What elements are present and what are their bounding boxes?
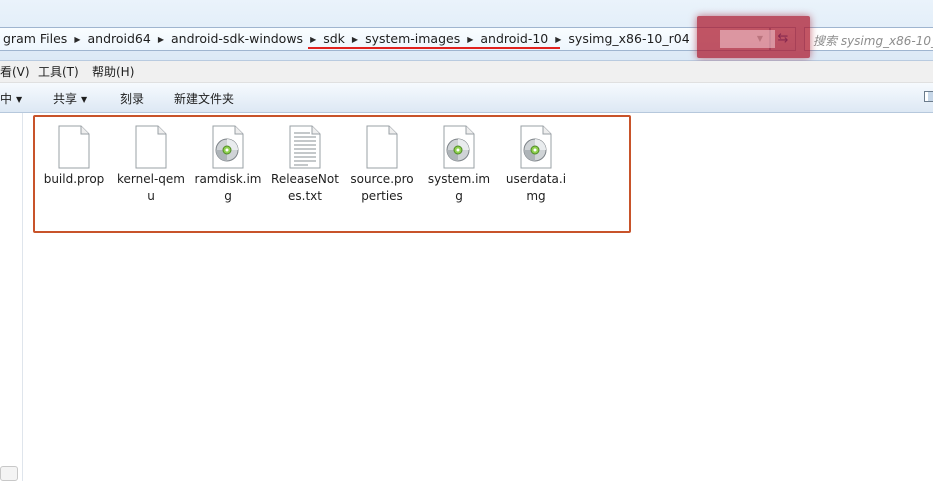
menu-tools[interactable]: 工具(T): [38, 63, 79, 80]
breadcrumb-item-current[interactable]: sysimg_x86-10_r04: [565, 28, 692, 50]
file-item[interactable]: kernel-qemu: [115, 125, 187, 205]
file-name: ReleaseNotes.txt: [271, 172, 339, 203]
share-label: 共享: [53, 92, 78, 106]
file-name: system.img: [427, 172, 491, 203]
document-icon: [57, 125, 91, 169]
breadcrumb-arrow-icon[interactable]: ▶: [348, 35, 362, 44]
file-item[interactable]: source.properties: [346, 125, 418, 205]
file-item[interactable]: ReleaseNotes.txt: [269, 125, 341, 205]
address-bar[interactable]: gram Files ▶ android64 ▶ android-sdk-win…: [0, 27, 770, 51]
breadcrumb-item[interactable]: android64: [84, 28, 153, 50]
breadcrumb-arrow-icon[interactable]: ▶: [70, 35, 84, 44]
file-name: source.properties: [350, 172, 414, 203]
menu-help[interactable]: 帮助(H): [92, 63, 134, 80]
chevron-down-icon: ▼: [81, 95, 88, 104]
burn-button[interactable]: 刻录: [120, 90, 144, 107]
organize-label: 中: [0, 92, 13, 106]
file-name: ramdisk.img: [194, 172, 262, 203]
menu-bar: 看(V) 工具(T) 帮助(H): [0, 61, 933, 83]
breadcrumb-arrow-icon[interactable]: ▶: [463, 35, 477, 44]
disc-image-icon: [442, 125, 476, 169]
file-name: build.prop: [43, 172, 105, 186]
search-input[interactable]: 搜索 sysimg_x86-10_r: [804, 27, 933, 51]
document-icon: [134, 125, 168, 169]
file-item[interactable]: build.prop: [38, 125, 110, 188]
new-folder-button[interactable]: 新建文件夹: [174, 90, 234, 107]
breadcrumb-item[interactable]: gram Files: [0, 28, 70, 50]
breadcrumb-arrow-icon[interactable]: ▶: [551, 35, 565, 44]
organize-button[interactable]: 中 ▼: [0, 90, 22, 107]
menu-view[interactable]: 看(V): [0, 63, 30, 80]
file-item[interactable]: ramdisk.img: [192, 125, 264, 205]
document-icon: [365, 125, 399, 169]
redaction-overlay-inner: [720, 30, 775, 48]
command-bar: 中 ▼ 共享 ▼ 刻录 新建文件夹: [0, 83, 933, 113]
preview-pane-icon[interactable]: [924, 91, 933, 102]
file-name: userdata.img: [505, 172, 567, 203]
share-button[interactable]: 共享 ▼: [53, 90, 87, 107]
disc-image-icon: [211, 125, 245, 169]
file-item[interactable]: system.img: [423, 125, 495, 205]
navigation-pane-divider[interactable]: [22, 113, 23, 481]
breadcrumb-arrow-icon[interactable]: ▶: [154, 35, 168, 44]
chevron-down-icon: ▼: [16, 95, 23, 104]
red-underline-annotation: [308, 47, 560, 49]
disc-image-icon: [519, 125, 553, 169]
breadcrumb-arrow-icon[interactable]: ▶: [306, 35, 320, 44]
nav-scrollbar-button[interactable]: [0, 466, 18, 481]
file-name: kernel-qemu: [117, 172, 185, 203]
breadcrumb-item[interactable]: android-sdk-windows: [168, 28, 306, 50]
text-file-icon: [288, 125, 322, 169]
search-placeholder: 搜索 sysimg_x86-10_r: [813, 34, 933, 48]
file-item[interactable]: userdata.img: [500, 125, 572, 205]
